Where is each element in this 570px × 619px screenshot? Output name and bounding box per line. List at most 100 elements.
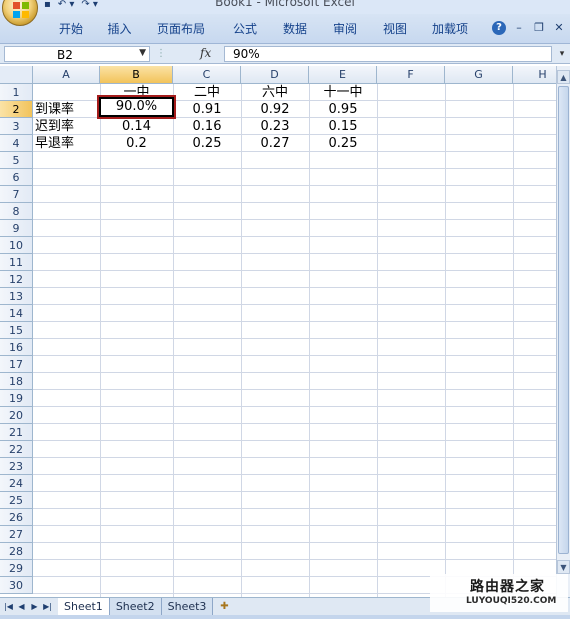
- next-sheet-icon[interactable]: ▶: [29, 600, 40, 613]
- help-icon[interactable]: ?: [492, 21, 506, 35]
- save-button[interactable]: ▪: [42, 0, 53, 12]
- insert-function-icon[interactable]: fx: [200, 46, 211, 60]
- tab-page-layout[interactable]: 页面布局: [142, 14, 220, 44]
- column-header-h[interactable]: H: [513, 66, 556, 84]
- cell-e1[interactable]: 十一中: [309, 84, 377, 101]
- undo-button[interactable]: ↶ ▾: [56, 0, 77, 12]
- row-header-13[interactable]: 13: [0, 288, 33, 305]
- worksheet-grid[interactable]: A B C D E F G H 1 2 3 4 5 6 7 8 9 10 11 …: [0, 66, 556, 597]
- cell-c4[interactable]: 0.25: [173, 135, 241, 152]
- row-header-8[interactable]: 8: [0, 203, 33, 220]
- cell-e2[interactable]: 0.95: [309, 101, 377, 118]
- cell-d2[interactable]: 0.92: [241, 101, 309, 118]
- cell-a2[interactable]: 到课率: [33, 101, 100, 118]
- cell-d4[interactable]: 0.27: [241, 135, 309, 152]
- row-header-30[interactable]: 30: [0, 577, 33, 594]
- minimize-icon[interactable]: –: [512, 21, 526, 35]
- chevron-down-icon[interactable]: ▼: [139, 48, 146, 58]
- redo-button[interactable]: ↷ ▾: [79, 0, 100, 12]
- insert-sheet-icon[interactable]: ✚: [213, 598, 235, 615]
- row-header-18[interactable]: 18: [0, 373, 33, 390]
- row-header-27[interactable]: 27: [0, 526, 33, 543]
- scroll-down-icon[interactable]: ▼: [557, 560, 570, 574]
- row-header-21[interactable]: 21: [0, 424, 33, 441]
- cell-c3[interactable]: 0.16: [173, 118, 241, 135]
- formula-input[interactable]: 90%: [224, 46, 552, 62]
- cell-b4[interactable]: 0.2: [100, 135, 173, 152]
- name-box[interactable]: B2 ▼: [4, 46, 150, 62]
- cell-a3[interactable]: 迟到率: [33, 118, 100, 135]
- sheet-tab-1[interactable]: Sheet1: [58, 598, 110, 615]
- scrollbar-thumb[interactable]: [558, 86, 569, 554]
- column-header-f[interactable]: F: [377, 66, 445, 84]
- row-header-2[interactable]: 2: [0, 101, 33, 118]
- column-header-c[interactable]: C: [173, 66, 241, 84]
- column-header-d[interactable]: D: [241, 66, 309, 84]
- cell-c2[interactable]: 0.91: [173, 101, 241, 118]
- row-header-19[interactable]: 19: [0, 390, 33, 407]
- column-header-a[interactable]: A: [33, 66, 100, 84]
- cell-b3[interactable]: 0.14: [100, 118, 173, 135]
- row-header-15[interactable]: 15: [0, 322, 33, 339]
- tab-review[interactable]: 审阅: [320, 14, 370, 44]
- row-header-4[interactable]: 4: [0, 135, 33, 152]
- select-all-corner[interactable]: [0, 66, 33, 84]
- row-header-25[interactable]: 25: [0, 492, 33, 509]
- row-header-22[interactable]: 22: [0, 441, 33, 458]
- tab-add-ins[interactable]: 加载项: [420, 14, 480, 44]
- column-header-g[interactable]: G: [445, 66, 513, 84]
- tab-view[interactable]: 视图: [370, 14, 420, 44]
- close-icon[interactable]: ✕: [552, 21, 566, 35]
- cell-d3[interactable]: 0.23: [241, 118, 309, 135]
- tab-formulas[interactable]: 公式: [220, 14, 270, 44]
- cell-c1[interactable]: 二中: [173, 84, 241, 101]
- row-header-1[interactable]: 1: [0, 84, 33, 101]
- cell-a4[interactable]: 早退率: [33, 135, 100, 152]
- cell-d1[interactable]: 六中: [241, 84, 309, 101]
- tab-insert[interactable]: 插入: [97, 14, 142, 44]
- row-header-23[interactable]: 23: [0, 458, 33, 475]
- name-box-value: B2: [57, 48, 73, 62]
- row-header-29[interactable]: 29: [0, 560, 33, 577]
- watermark-url: LUYOUQI520.COM: [466, 596, 557, 606]
- row-header-14[interactable]: 14: [0, 305, 33, 322]
- first-sheet-icon[interactable]: |◀: [3, 600, 14, 613]
- sheet-tab-3[interactable]: Sheet3: [161, 598, 214, 615]
- scroll-up-icon[interactable]: ▲: [557, 70, 570, 84]
- tab-home[interactable]: 开始: [45, 14, 97, 44]
- row-header-6[interactable]: 6: [0, 169, 33, 186]
- tab-data[interactable]: 数据: [270, 14, 320, 44]
- column-header-e[interactable]: E: [309, 66, 377, 84]
- column-header-b[interactable]: B: [100, 66, 173, 84]
- gridline: [33, 304, 556, 305]
- row-header-16[interactable]: 16: [0, 339, 33, 356]
- row-header-9[interactable]: 9: [0, 220, 33, 237]
- row-header-5[interactable]: 5: [0, 152, 33, 169]
- cell-e4[interactable]: 0.25: [309, 135, 377, 152]
- restore-icon[interactable]: ❐: [532, 21, 546, 35]
- gridline: [33, 423, 556, 424]
- prev-sheet-icon[interactable]: ◀: [16, 600, 27, 613]
- watermark: 路由器之家 LUYOUQI520.COM: [430, 574, 568, 612]
- formula-bar-splitter-icon[interactable]: ⋮: [156, 48, 166, 60]
- row-header-26[interactable]: 26: [0, 509, 33, 526]
- row-header-7[interactable]: 7: [0, 186, 33, 203]
- row-header-24[interactable]: 24: [0, 475, 33, 492]
- row-header-17[interactable]: 17: [0, 356, 33, 373]
- gridline: [100, 84, 101, 597]
- vertical-scrollbar[interactable]: ▲ ▼: [556, 66, 570, 597]
- row-header-3[interactable]: 3: [0, 118, 33, 135]
- last-sheet-icon[interactable]: ▶|: [42, 600, 53, 613]
- gridline: [33, 457, 556, 458]
- row-header-11[interactable]: 11: [0, 254, 33, 271]
- expand-formula-bar-icon[interactable]: ▾: [556, 47, 568, 61]
- row-header-10[interactable]: 10: [0, 237, 33, 254]
- row-header-20[interactable]: 20: [0, 407, 33, 424]
- active-cell-b2[interactable]: 90.0%: [97, 95, 176, 119]
- cell-e3[interactable]: 0.15: [309, 118, 377, 135]
- row-header-12[interactable]: 12: [0, 271, 33, 288]
- sheet-tab-2[interactable]: Sheet2: [109, 598, 162, 615]
- gridline: [33, 202, 556, 203]
- row-header-28[interactable]: 28: [0, 543, 33, 560]
- gridline: [173, 84, 174, 597]
